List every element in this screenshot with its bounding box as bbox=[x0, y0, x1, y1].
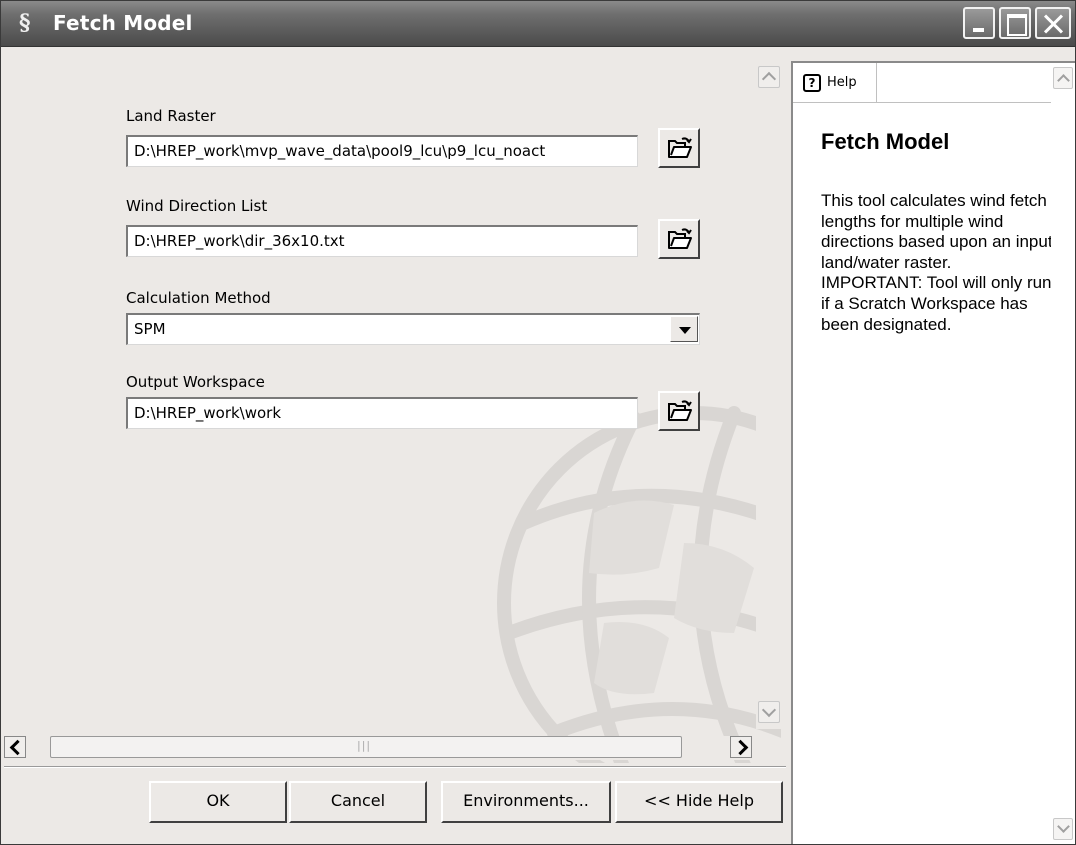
maximize-button[interactable] bbox=[999, 7, 1031, 39]
help-pane: ? Help Fetch Model This tool calculates … bbox=[791, 61, 1075, 844]
calculation-method-label: Calculation Method bbox=[126, 289, 271, 307]
land-raster-label: Land Raster bbox=[126, 107, 216, 125]
calculation-method-value: SPM bbox=[134, 320, 166, 338]
close-button[interactable] bbox=[1035, 7, 1071, 39]
output-workspace-label: Output Workspace bbox=[126, 373, 265, 391]
globe-watermark-icon bbox=[497, 406, 781, 763]
help-body-text: This tool calculates wind fetch lengths … bbox=[821, 191, 1053, 334]
arcgis-tool-icon: § bbox=[19, 10, 31, 36]
scroll-up-icon[interactable] bbox=[758, 66, 780, 88]
output-workspace-input[interactable]: D:\HREP_work\work bbox=[126, 397, 638, 429]
parameter-horizontal-scrollbar[interactable] bbox=[4, 736, 756, 760]
scroll-down-icon[interactable] bbox=[758, 701, 780, 723]
minimize-button[interactable] bbox=[963, 7, 995, 39]
ok-button[interactable]: OK bbox=[149, 781, 287, 823]
parameter-vertical-scrollbar[interactable] bbox=[756, 63, 782, 729]
scroll-left-icon[interactable] bbox=[4, 736, 26, 758]
land-raster-input[interactable]: D:\HREP_work\mvp_wave_data\pool9_lcu\p9_… bbox=[126, 135, 638, 167]
help-vertical-scrollbar[interactable] bbox=[1051, 63, 1075, 844]
parameter-pane: Land Raster D:\HREP_work\mvp_wave_data\p… bbox=[4, 63, 781, 763]
chevron-down-icon[interactable] bbox=[670, 316, 698, 342]
horizontal-scroll-thumb[interactable] bbox=[50, 736, 682, 758]
help-icon: ? bbox=[803, 74, 821, 92]
open-folder-icon bbox=[668, 137, 692, 158]
cancel-button[interactable]: Cancel bbox=[289, 781, 427, 823]
help-tab-rule bbox=[877, 102, 1051, 103]
scroll-right-icon[interactable] bbox=[730, 736, 752, 758]
output-workspace-browse-button[interactable] bbox=[658, 391, 700, 431]
scroll-down-icon[interactable] bbox=[1053, 818, 1073, 840]
hide-help-button[interactable]: << Hide Help bbox=[615, 781, 783, 823]
wind-direction-list-label: Wind Direction List bbox=[126, 197, 268, 215]
open-folder-icon bbox=[668, 400, 692, 421]
open-folder-icon bbox=[668, 228, 692, 249]
wind-direction-list-input[interactable]: D:\HREP_work\dir_36x10.txt bbox=[126, 225, 638, 257]
button-bar-divider bbox=[4, 766, 786, 768]
scroll-up-icon[interactable] bbox=[1053, 67, 1073, 89]
help-tab-label: Help bbox=[827, 75, 857, 90]
window-title: Fetch Model bbox=[53, 11, 193, 35]
help-title: Fetch Model bbox=[821, 129, 950, 154]
title-bar[interactable]: § Fetch Model bbox=[1, 1, 1075, 47]
environments-button[interactable]: Environments... bbox=[441, 781, 611, 823]
wind-direction-list-browse-button[interactable] bbox=[658, 219, 700, 259]
fetch-model-dialog: § Fetch Model Land Raster D:\HREP_work\m… bbox=[0, 0, 1076, 845]
calculation-method-select[interactable]: SPM bbox=[126, 313, 700, 345]
tab-help[interactable]: ? Help bbox=[793, 63, 877, 103]
land-raster-browse-button[interactable] bbox=[658, 128, 700, 168]
